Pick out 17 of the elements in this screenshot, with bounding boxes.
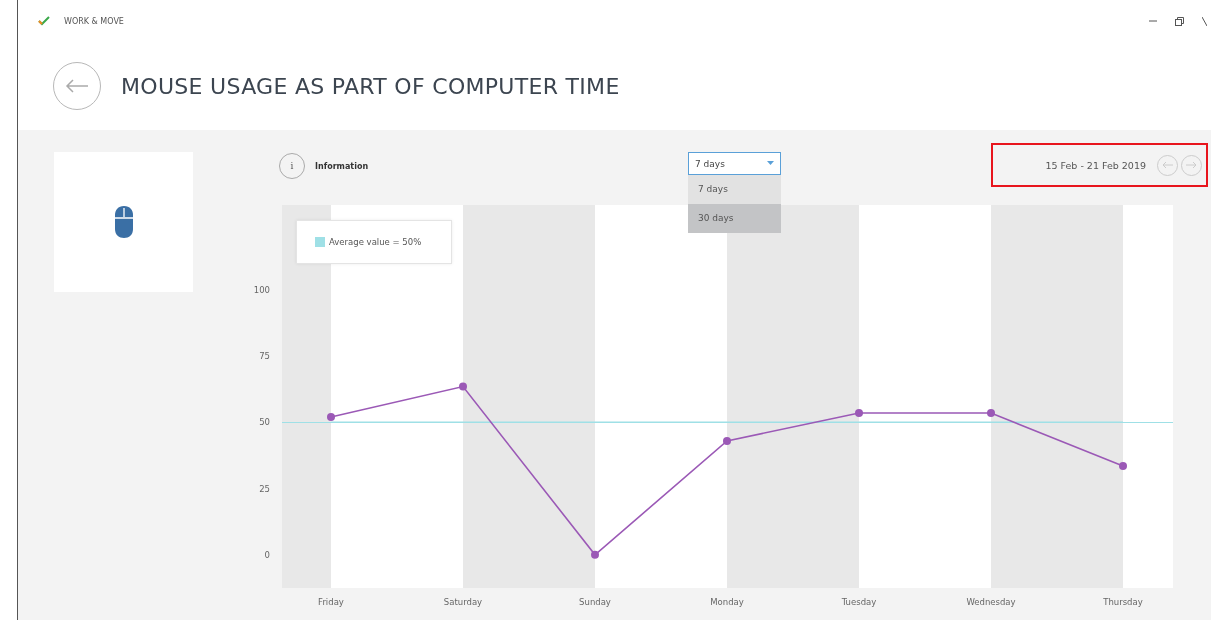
legend-label: Average value = 50% xyxy=(329,237,422,247)
x-tick-label: Thursday xyxy=(1103,597,1143,607)
x-tick-label: Wednesday xyxy=(966,597,1016,607)
x-tick-label: Tuesday xyxy=(841,597,877,607)
x-tick-label: Sunday xyxy=(579,597,611,607)
y-tick-label: 100 xyxy=(253,284,270,295)
window-title: WORK & MOVE xyxy=(64,16,124,26)
y-tick-label: 75 xyxy=(259,351,270,362)
info-label: Information xyxy=(315,161,369,171)
page-title: MOUSE USAGE AS PART OF COMPUTER TIME xyxy=(121,73,620,99)
date-range: 15 Feb - 21 Feb 2019 xyxy=(1045,159,1146,171)
y-tick-label: 50 xyxy=(259,417,270,428)
x-tick-label: Friday xyxy=(318,597,344,607)
x-tick-label: Monday xyxy=(710,597,744,607)
y-tick-label: 25 xyxy=(259,483,270,494)
y-tick-label: 0 xyxy=(264,549,270,560)
x-tick-label: Saturday xyxy=(443,597,483,607)
